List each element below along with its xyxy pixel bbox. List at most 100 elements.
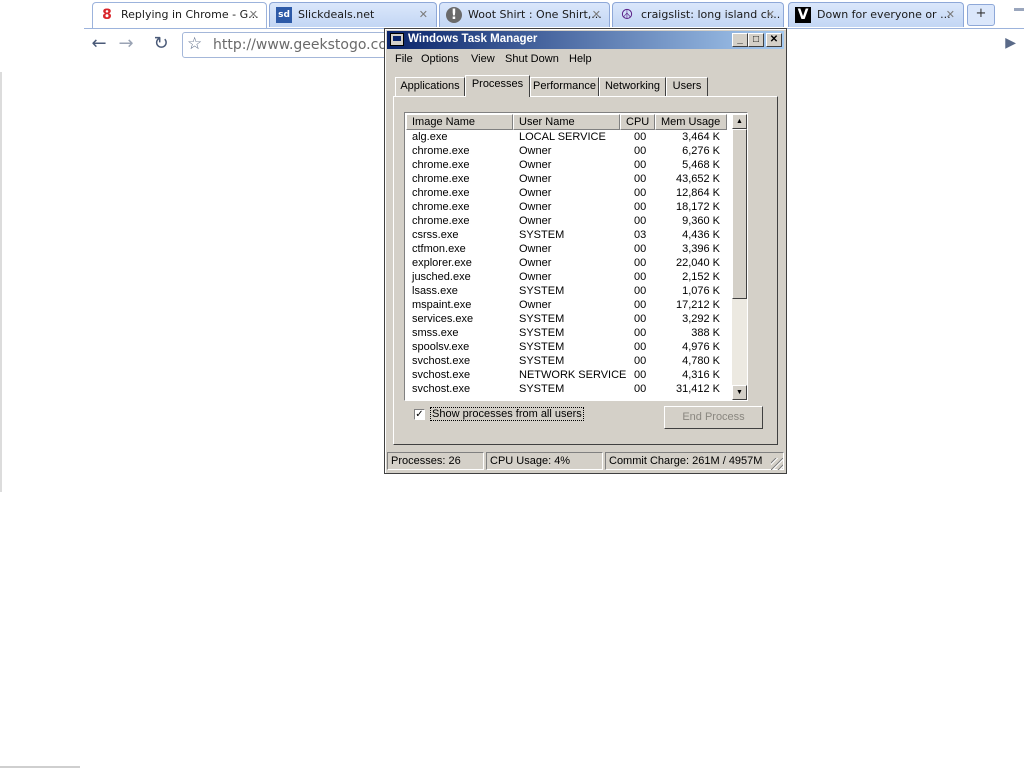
- show-all-users-label[interactable]: Show processes from all users: [430, 407, 584, 421]
- column-header-image-name[interactable]: Image Name: [406, 114, 513, 130]
- column-header-user-name[interactable]: User Name: [513, 114, 620, 130]
- process-cpu: 00: [634, 145, 647, 157]
- browser-tab[interactable]: ! Woot Shirt : One Shirt,... ✕: [439, 2, 610, 27]
- process-mem: 3,396 K: [682, 243, 720, 255]
- browser-tab[interactable]: ☮ craigslist: long island cl... ✕: [612, 2, 784, 27]
- process-name: chrome.exe: [412, 173, 470, 185]
- process-user: Owner: [519, 201, 552, 213]
- tab-applications[interactable]: Applications: [395, 77, 465, 96]
- scroll-up-button[interactable]: ▲: [732, 114, 747, 129]
- menu-options[interactable]: Options: [421, 53, 459, 65]
- process-row[interactable]: chrome.exe Owner 00 12,864 K: [406, 186, 731, 200]
- title-bar[interactable]: Windows Task Manager _ □ ✕: [387, 31, 784, 49]
- column-header-cpu[interactable]: CPU: [620, 114, 655, 130]
- process-mem: 12,864 K: [675, 187, 720, 199]
- process-cpu: 03: [634, 229, 647, 241]
- process-name: alg.exe: [412, 131, 448, 143]
- tab-title: Woot Shirt : One Shirt,...: [468, 8, 602, 21]
- status-cpu-usage: CPU Usage: 4%: [486, 452, 603, 470]
- process-cpu: 00: [634, 131, 647, 143]
- tab-title: craigslist: long island cl...: [641, 8, 781, 21]
- process-row[interactable]: explorer.exe Owner 00 22,040 K: [406, 256, 731, 270]
- process-row[interactable]: svchost.exe SYSTEM 00 31,412 K: [406, 382, 731, 396]
- back-arrow-icon[interactable]: ←: [88, 33, 110, 55]
- process-row[interactable]: svchost.exe NETWORK SERVICE 00 4,316 K: [406, 368, 731, 382]
- process-row[interactable]: chrome.exe Owner 00 9,360 K: [406, 214, 731, 228]
- scroll-thumb[interactable]: [732, 129, 747, 299]
- show-all-users-checkbox[interactable]: ✓: [414, 409, 425, 420]
- new-tab-button[interactable]: +: [967, 4, 995, 26]
- forward-arrow-icon[interactable]: →: [115, 33, 137, 55]
- window-title: Windows Task Manager: [408, 33, 538, 45]
- menu-shut-down[interactable]: Shut Down: [505, 53, 559, 65]
- scroll-down-button[interactable]: ▼: [732, 385, 747, 400]
- close-tab-icon[interactable]: ✕: [946, 3, 955, 26]
- minimize-button[interactable]: _: [732, 33, 748, 47]
- process-user: Owner: [519, 299, 552, 311]
- process-row[interactable]: svchost.exe SYSTEM 00 4,780 K: [406, 354, 731, 368]
- close-button[interactable]: ✕: [766, 33, 782, 47]
- process-row[interactable]: services.exe SYSTEM 00 3,292 K: [406, 312, 731, 326]
- window-minimize-stub[interactable]: [1014, 8, 1024, 11]
- process-row[interactable]: chrome.exe Owner 00 5,468 K: [406, 158, 731, 172]
- process-cpu: 00: [634, 187, 647, 199]
- reload-icon[interactable]: ↻: [150, 33, 172, 55]
- end-process-button[interactable]: End Process: [664, 406, 763, 429]
- process-row[interactable]: alg.exe LOCAL SERVICE 00 3,464 K: [406, 130, 731, 144]
- close-tab-icon[interactable]: ✕: [592, 3, 601, 26]
- menu-help[interactable]: Help: [569, 53, 592, 65]
- close-tab-icon[interactable]: ✕: [766, 3, 775, 26]
- process-row[interactable]: spoolsv.exe SYSTEM 00 4,976 K: [406, 340, 731, 354]
- close-tab-icon[interactable]: ✕: [419, 3, 428, 26]
- process-cpu: 00: [634, 341, 647, 353]
- process-name: jusched.exe: [412, 271, 471, 283]
- process-name: mspaint.exe: [412, 299, 472, 311]
- process-cpu: 00: [634, 285, 647, 297]
- process-row[interactable]: jusched.exe Owner 00 2,152 K: [406, 270, 731, 284]
- process-mem: 18,172 K: [675, 201, 720, 213]
- process-user: SYSTEM: [519, 229, 565, 241]
- process-name: svchost.exe: [412, 355, 471, 367]
- tab-favicon-icon: ☮: [620, 7, 634, 23]
- vertical-scrollbar[interactable]: ▲ ▼: [732, 114, 747, 400]
- browser-tab[interactable]: 8 Replying in Chrome - G... ✕: [92, 2, 267, 28]
- process-user: LOCAL SERVICE: [519, 131, 606, 143]
- process-row[interactable]: chrome.exe Owner 00 18,172 K: [406, 200, 731, 214]
- process-row[interactable]: mspaint.exe Owner 00 17,212 K: [406, 298, 731, 312]
- browser-tab[interactable]: sd Slickdeals.net ✕: [269, 2, 437, 27]
- star-icon[interactable]: ☆: [187, 34, 202, 54]
- process-cpu: 00: [634, 313, 647, 325]
- resize-grip[interactable]: [771, 458, 783, 470]
- process-row[interactable]: chrome.exe Owner 00 43,652 K: [406, 172, 731, 186]
- process-cpu: 00: [634, 355, 647, 367]
- process-name: chrome.exe: [412, 187, 470, 199]
- process-user: NETWORK SERVICE: [519, 369, 627, 381]
- play-arrow-icon[interactable]: ▶: [1005, 35, 1016, 51]
- tab-performance[interactable]: Performance: [530, 77, 599, 96]
- process-row[interactable]: lsass.exe SYSTEM 00 1,076 K: [406, 284, 731, 298]
- tab-favicon-icon: V: [795, 7, 811, 23]
- status-processes: Processes: 26: [387, 452, 484, 470]
- browser-tab[interactable]: V Down for everyone or ... ✕: [788, 2, 964, 27]
- process-mem: 4,436 K: [682, 229, 720, 241]
- browser-tab-strip: 8 Replying in Chrome - G... ✕ sd Slickde…: [84, 0, 1024, 28]
- column-header-mem-usage[interactable]: Mem Usage: [655, 114, 727, 130]
- tab-strip: Applications Processes Performance Netwo…: [393, 75, 778, 97]
- process-row[interactable]: ctfmon.exe Owner 00 3,396 K: [406, 242, 731, 256]
- tab-users[interactable]: Users: [666, 77, 708, 96]
- menu-file[interactable]: File: [395, 53, 413, 65]
- process-row[interactable]: chrome.exe Owner 00 6,276 K: [406, 144, 731, 158]
- process-row[interactable]: csrss.exe SYSTEM 03 4,436 K: [406, 228, 731, 242]
- close-tab-icon[interactable]: ✕: [249, 3, 258, 26]
- process-mem: 5,468 K: [682, 159, 720, 171]
- process-list[interactable]: Image Name User Name CPU Mem Usage alg.e…: [404, 112, 748, 401]
- process-row[interactable]: smss.exe SYSTEM 00 388 K: [406, 326, 731, 340]
- process-user: SYSTEM: [519, 285, 565, 297]
- tab-networking[interactable]: Networking: [599, 77, 666, 96]
- menu-bar: File Options View Shut Down Help: [389, 51, 782, 69]
- menu-view[interactable]: View: [471, 53, 495, 65]
- process-mem: 1,076 K: [682, 285, 720, 297]
- process-name: spoolsv.exe: [412, 341, 470, 353]
- tab-processes[interactable]: Processes: [465, 75, 530, 97]
- maximize-button[interactable]: □: [748, 33, 764, 47]
